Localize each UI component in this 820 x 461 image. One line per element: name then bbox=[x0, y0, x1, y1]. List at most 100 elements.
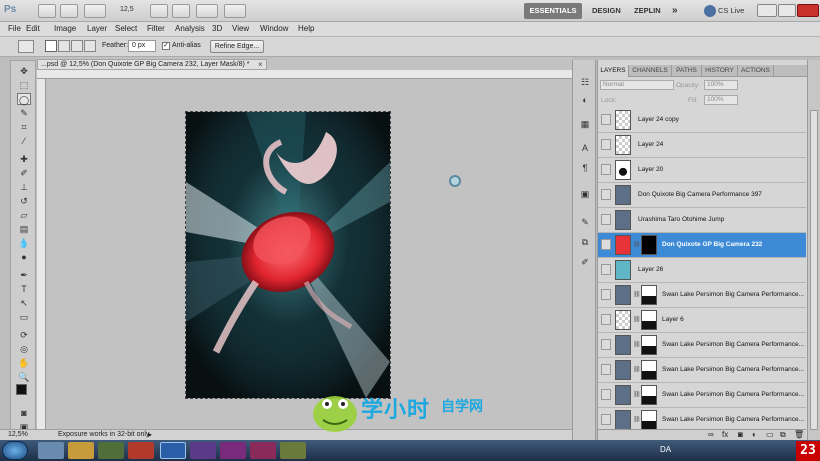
type-tool-icon[interactable]: T bbox=[17, 283, 31, 295]
layer-name[interactable]: Swan Lake Persimon Big Camera Performanc… bbox=[662, 416, 804, 423]
taskbar-ie-icon[interactable] bbox=[38, 442, 64, 459]
workspace-essentials[interactable]: ESSENTIALS bbox=[524, 3, 582, 19]
move-tool-icon[interactable]: ✥ bbox=[17, 65, 31, 77]
layers-scrollbar[interactable] bbox=[807, 60, 820, 440]
clone-source-icon[interactable]: ⧉ bbox=[579, 236, 591, 248]
tool-presets-icon[interactable]: ✐ bbox=[579, 256, 591, 268]
horizontal-ruler[interactable] bbox=[37, 70, 572, 79]
blur-tool-icon[interactable]: 💧 bbox=[17, 237, 31, 249]
layer-name[interactable]: Layer 24 bbox=[638, 141, 663, 148]
healing-brush-tool-icon[interactable]: ✚ bbox=[17, 153, 31, 165]
layer-name[interactable]: Swan Lake Persimon Big Camera Performanc… bbox=[662, 341, 804, 348]
vertical-ruler[interactable] bbox=[37, 79, 46, 429]
zoom-readout[interactable]: 12,5% bbox=[8, 431, 28, 438]
visibility-eye-icon[interactable] bbox=[601, 289, 611, 300]
layer-name[interactable]: Urashima Taro Otohime Jump bbox=[638, 216, 724, 223]
layer-name[interactable]: Layer 26 bbox=[638, 266, 663, 273]
3d-rotate-tool-icon[interactable]: ⟳ bbox=[17, 329, 31, 341]
taskbar-app2-icon[interactable] bbox=[128, 442, 154, 459]
view-extras-button[interactable] bbox=[84, 4, 106, 18]
eyedropper-tool-icon[interactable]: ⁄ bbox=[17, 135, 31, 147]
layer-name[interactable]: Layer 20 bbox=[638, 166, 663, 173]
layer-row[interactable]: Urashima Taro Otohime Jump bbox=[598, 208, 806, 233]
scrollbar-thumb[interactable] bbox=[810, 110, 818, 430]
adjustment-layer-icon[interactable]: ◐ bbox=[752, 430, 757, 439]
adjustments-icon[interactable]: ☷ bbox=[579, 76, 591, 88]
maximize-button[interactable] bbox=[778, 4, 796, 17]
layer-thumbnail[interactable] bbox=[615, 410, 631, 430]
taskbar-premiere-icon[interactable] bbox=[190, 442, 216, 459]
gradient-tool-icon[interactable]: ▤ bbox=[17, 223, 31, 235]
zoom-tool-icon[interactable]: 🔍 bbox=[17, 371, 31, 383]
arrange-documents-button[interactable] bbox=[196, 4, 218, 18]
menu-layer[interactable]: Layer bbox=[87, 24, 107, 33]
tool-preset-picker[interactable] bbox=[18, 40, 34, 53]
crop-tool-icon[interactable]: ⌗ bbox=[17, 121, 31, 133]
layer-thumbnail[interactable] bbox=[615, 235, 631, 255]
layer-thumbnail[interactable] bbox=[615, 160, 631, 180]
antialias-checkbox[interactable]: ✓ bbox=[162, 42, 170, 50]
path-selection-tool-icon[interactable]: ↖ bbox=[17, 297, 31, 309]
zoom-level-dropdown[interactable]: 12,5 bbox=[120, 6, 134, 13]
visibility-eye-icon[interactable] bbox=[601, 364, 611, 375]
layer-thumbnail[interactable] bbox=[615, 360, 631, 380]
layer-mask-thumbnail[interactable] bbox=[641, 360, 657, 380]
visibility-eye-icon[interactable] bbox=[601, 264, 611, 275]
layer-mask-thumbnail[interactable] bbox=[641, 335, 657, 355]
new-group-icon[interactable]: ▭ bbox=[766, 430, 774, 439]
taskbar-explorer-icon[interactable] bbox=[68, 442, 94, 459]
visibility-eye-icon[interactable] bbox=[601, 339, 611, 350]
workspace-design[interactable]: DESIGN bbox=[592, 3, 621, 19]
layer-thumbnail[interactable] bbox=[615, 260, 631, 280]
history-brush-tool-icon[interactable]: ↺ bbox=[17, 195, 31, 207]
mask-link-icon[interactable]: ⛓ bbox=[633, 366, 641, 374]
tab-channels[interactable]: CHANNELS bbox=[629, 65, 672, 77]
blend-mode-select[interactable]: Normal bbox=[600, 80, 674, 90]
visibility-eye-icon[interactable] bbox=[601, 139, 611, 150]
hand-tool-button[interactable] bbox=[150, 4, 168, 18]
fill-input[interactable]: 100% bbox=[704, 95, 738, 105]
tab-layers[interactable]: LAYERS bbox=[598, 65, 629, 77]
bridge-button[interactable] bbox=[38, 4, 56, 18]
layer-row[interactable]: Layer 24 bbox=[598, 133, 806, 158]
mask-link-icon[interactable]: ⛓ bbox=[633, 391, 641, 399]
shape-tool-icon[interactable]: ▭ bbox=[17, 311, 31, 323]
visibility-eye-icon[interactable] bbox=[601, 239, 611, 250]
layer-name[interactable]: Swan Lake Persimon Big Camera Performanc… bbox=[662, 366, 804, 373]
start-button[interactable] bbox=[2, 441, 28, 460]
document-artwork[interactable] bbox=[185, 111, 391, 399]
brush-tool-icon[interactable]: ✐ bbox=[17, 167, 31, 179]
paragraph-icon[interactable]: ¶ bbox=[579, 162, 591, 174]
character-icon[interactable]: A bbox=[579, 142, 591, 154]
minimize-button[interactable] bbox=[757, 4, 777, 17]
mask-link-icon[interactable]: ⛓ bbox=[633, 416, 641, 424]
brushes-icon[interactable]: ✎ bbox=[579, 216, 591, 228]
layer-thumbnail[interactable] bbox=[615, 335, 631, 355]
subtract-selection-icon[interactable] bbox=[71, 40, 83, 52]
marquee-tool-icon[interactable]: ⬚ bbox=[17, 79, 31, 91]
quick-mask-icon[interactable]: ◙ bbox=[17, 407, 31, 419]
visibility-eye-icon[interactable] bbox=[601, 314, 611, 325]
add-mask-icon[interactable]: ◙ bbox=[738, 430, 743, 439]
foreground-color-swatch[interactable] bbox=[16, 384, 27, 395]
screen-mode-button[interactable] bbox=[224, 4, 246, 18]
mask-link-icon[interactable]: ⛓ bbox=[633, 341, 641, 349]
visibility-eye-icon[interactable] bbox=[601, 164, 611, 175]
menu-help[interactable]: Help bbox=[298, 24, 314, 33]
pen-tool-icon[interactable]: ✒ bbox=[17, 269, 31, 281]
taskbar-indesign-icon[interactable] bbox=[220, 442, 246, 459]
layer-name[interactable]: Layer 6 bbox=[662, 316, 684, 323]
dodge-tool-icon[interactable]: ● bbox=[17, 251, 31, 263]
add-selection-icon[interactable] bbox=[58, 40, 70, 52]
mask-link-icon[interactable]: ⛓ bbox=[633, 316, 641, 324]
document-tab[interactable]: ...psd @ 12,5% (Don Quixote GP Big Camer… bbox=[37, 59, 267, 70]
more-workspaces-icon[interactable]: » bbox=[672, 3, 678, 19]
layer-style-icon[interactable]: fx bbox=[722, 430, 728, 439]
layer-row[interactable]: Layer 26 bbox=[598, 258, 806, 283]
menu-analysis[interactable]: Analysis bbox=[175, 24, 205, 33]
status-menu-arrow-icon[interactable]: ▸ bbox=[148, 430, 152, 439]
layer-name[interactable]: Layer 24 copy bbox=[638, 116, 679, 123]
layer-mask-thumbnail[interactable] bbox=[641, 385, 657, 405]
layer-mask-thumbnail[interactable] bbox=[641, 410, 657, 430]
visibility-eye-icon[interactable] bbox=[601, 414, 611, 425]
